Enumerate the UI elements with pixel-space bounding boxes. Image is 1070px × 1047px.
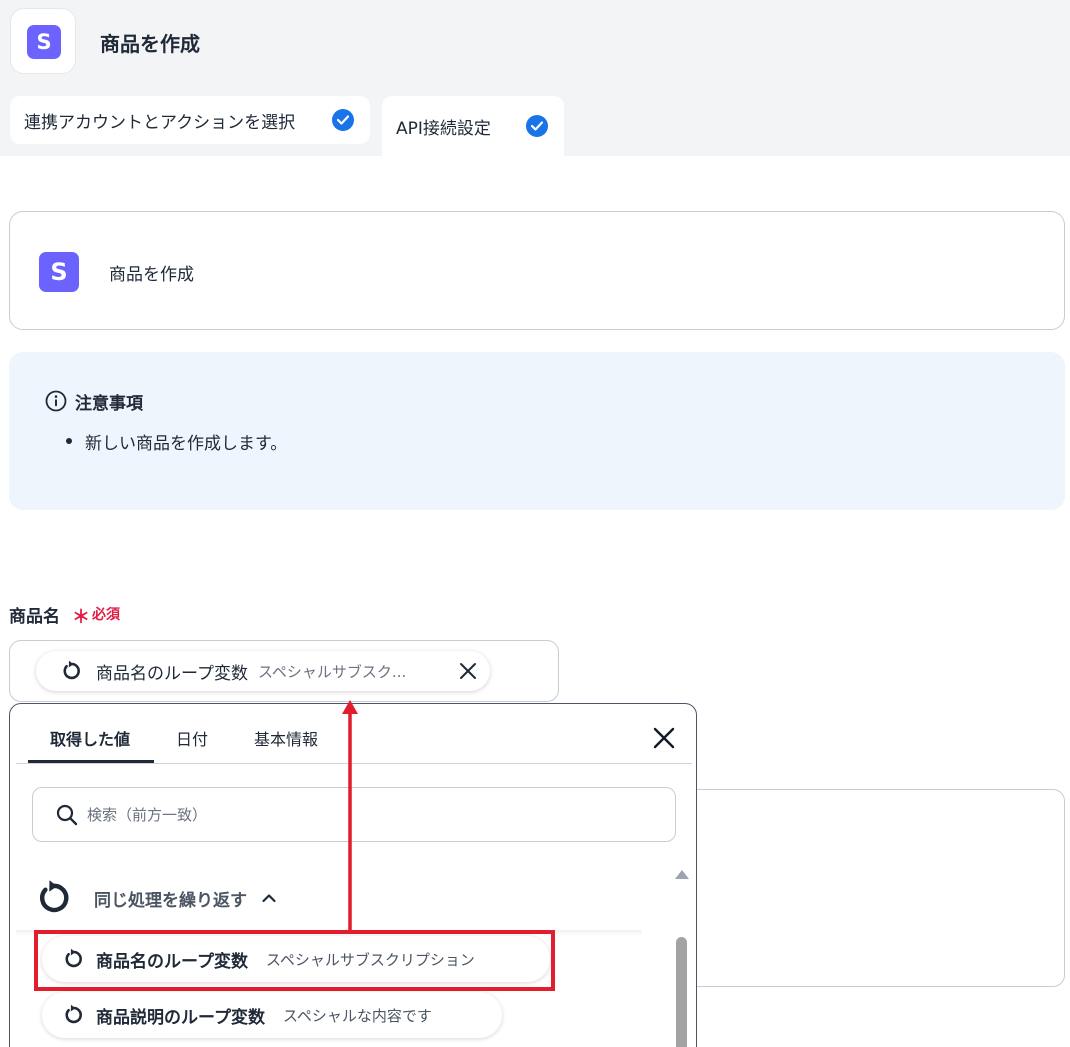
annotation-arrow — [342, 700, 358, 930]
